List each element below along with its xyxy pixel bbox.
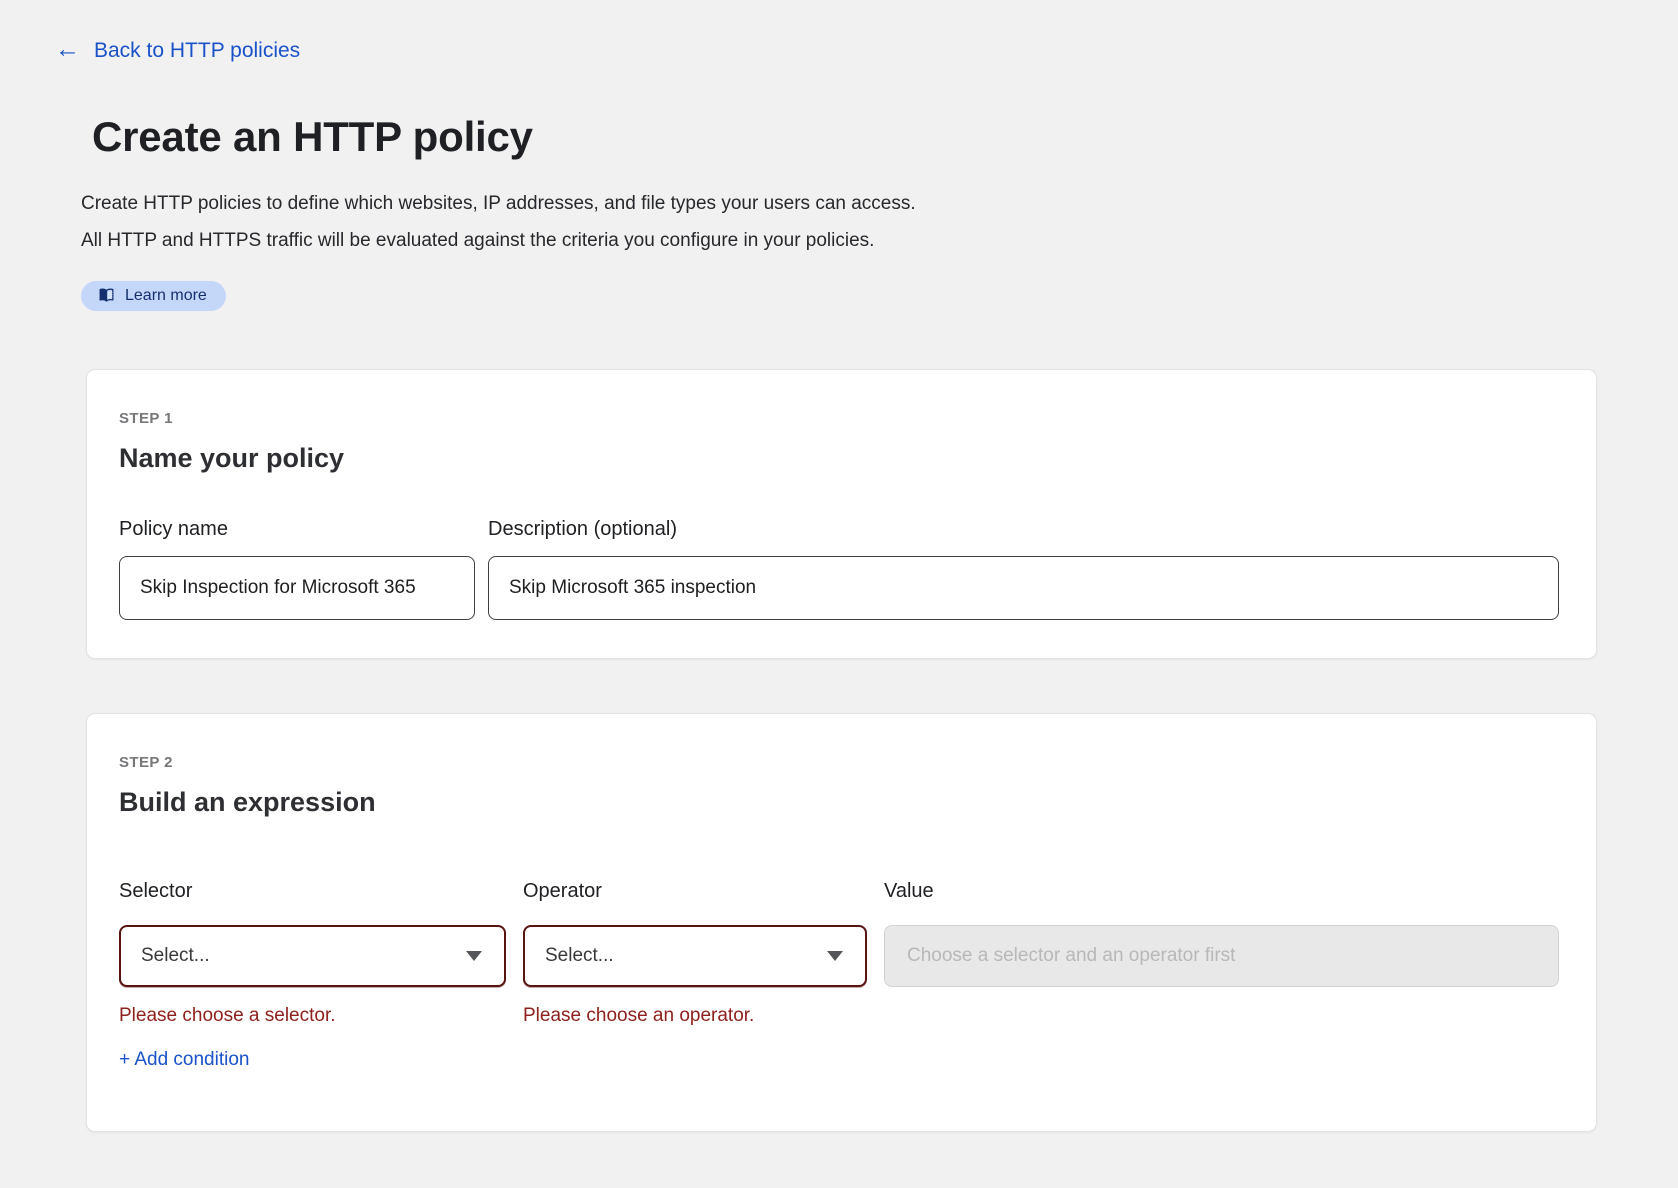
book-icon xyxy=(97,286,116,305)
value-input xyxy=(884,925,1559,987)
step2-heading: Build an expression xyxy=(119,787,1559,818)
learn-more-button[interactable]: Learn more xyxy=(81,281,226,311)
description-label: Description (optional) xyxy=(488,518,1559,541)
back-to-http-policies-link[interactable]: ← Back to HTTP policies xyxy=(55,38,300,63)
operator-select-value: Select... xyxy=(545,945,614,967)
learn-more-label: Learn more xyxy=(125,287,207,305)
step1-heading: Name your policy xyxy=(119,443,1559,474)
step1-card: STEP 1 Name your policy Policy name Desc… xyxy=(86,369,1597,659)
page-description-line-2: All HTTP and HTTPS traffic will be evalu… xyxy=(81,222,1678,259)
step1-label: STEP 1 xyxy=(119,410,1559,427)
selector-select-value: Select... xyxy=(141,945,210,967)
description-input[interactable] xyxy=(488,556,1559,620)
back-arrow-icon: ← xyxy=(55,37,80,62)
selector-label: Selector xyxy=(119,880,506,903)
add-condition-link[interactable]: + Add condition xyxy=(119,1049,249,1071)
page-description-line-1: Create HTTP policies to define which web… xyxy=(81,185,1678,222)
selector-control-slot: Select... xyxy=(119,925,506,987)
operator-select[interactable]: Select... xyxy=(523,925,867,987)
step2-card: STEP 2 Build an expression Selector Sele… xyxy=(86,713,1597,1132)
operator-error: Please choose an operator. xyxy=(523,1005,867,1027)
operator-control-slot: Select... xyxy=(523,925,867,987)
step1-fields-row: Policy name Description (optional) xyxy=(119,518,1559,620)
back-link-label: Back to HTTP policies xyxy=(94,39,300,63)
selector-field: Selector Select... Please choose a selec… xyxy=(119,880,506,1027)
policy-name-input[interactable] xyxy=(119,556,475,620)
policy-name-field: Policy name xyxy=(119,518,475,620)
value-field: Value xyxy=(884,880,1559,1027)
policy-name-label: Policy name xyxy=(119,518,475,541)
chevron-down-icon xyxy=(466,951,482,961)
selector-error: Please choose a selector. xyxy=(119,1005,506,1027)
chevron-down-icon xyxy=(827,951,843,961)
page-title: Create an HTTP policy xyxy=(92,113,1678,161)
expression-builder-row: Selector Select... Please choose a selec… xyxy=(119,880,1559,1027)
step2-label: STEP 2 xyxy=(119,754,1559,771)
operator-label: Operator xyxy=(523,880,867,903)
value-label: Value xyxy=(884,880,1559,903)
page-description: Create HTTP policies to define which web… xyxy=(81,185,1678,259)
value-control-slot xyxy=(884,925,1559,987)
operator-field: Operator Select... Please choose an oper… xyxy=(523,880,867,1027)
selector-select[interactable]: Select... xyxy=(119,925,506,987)
description-field: Description (optional) xyxy=(488,518,1559,620)
